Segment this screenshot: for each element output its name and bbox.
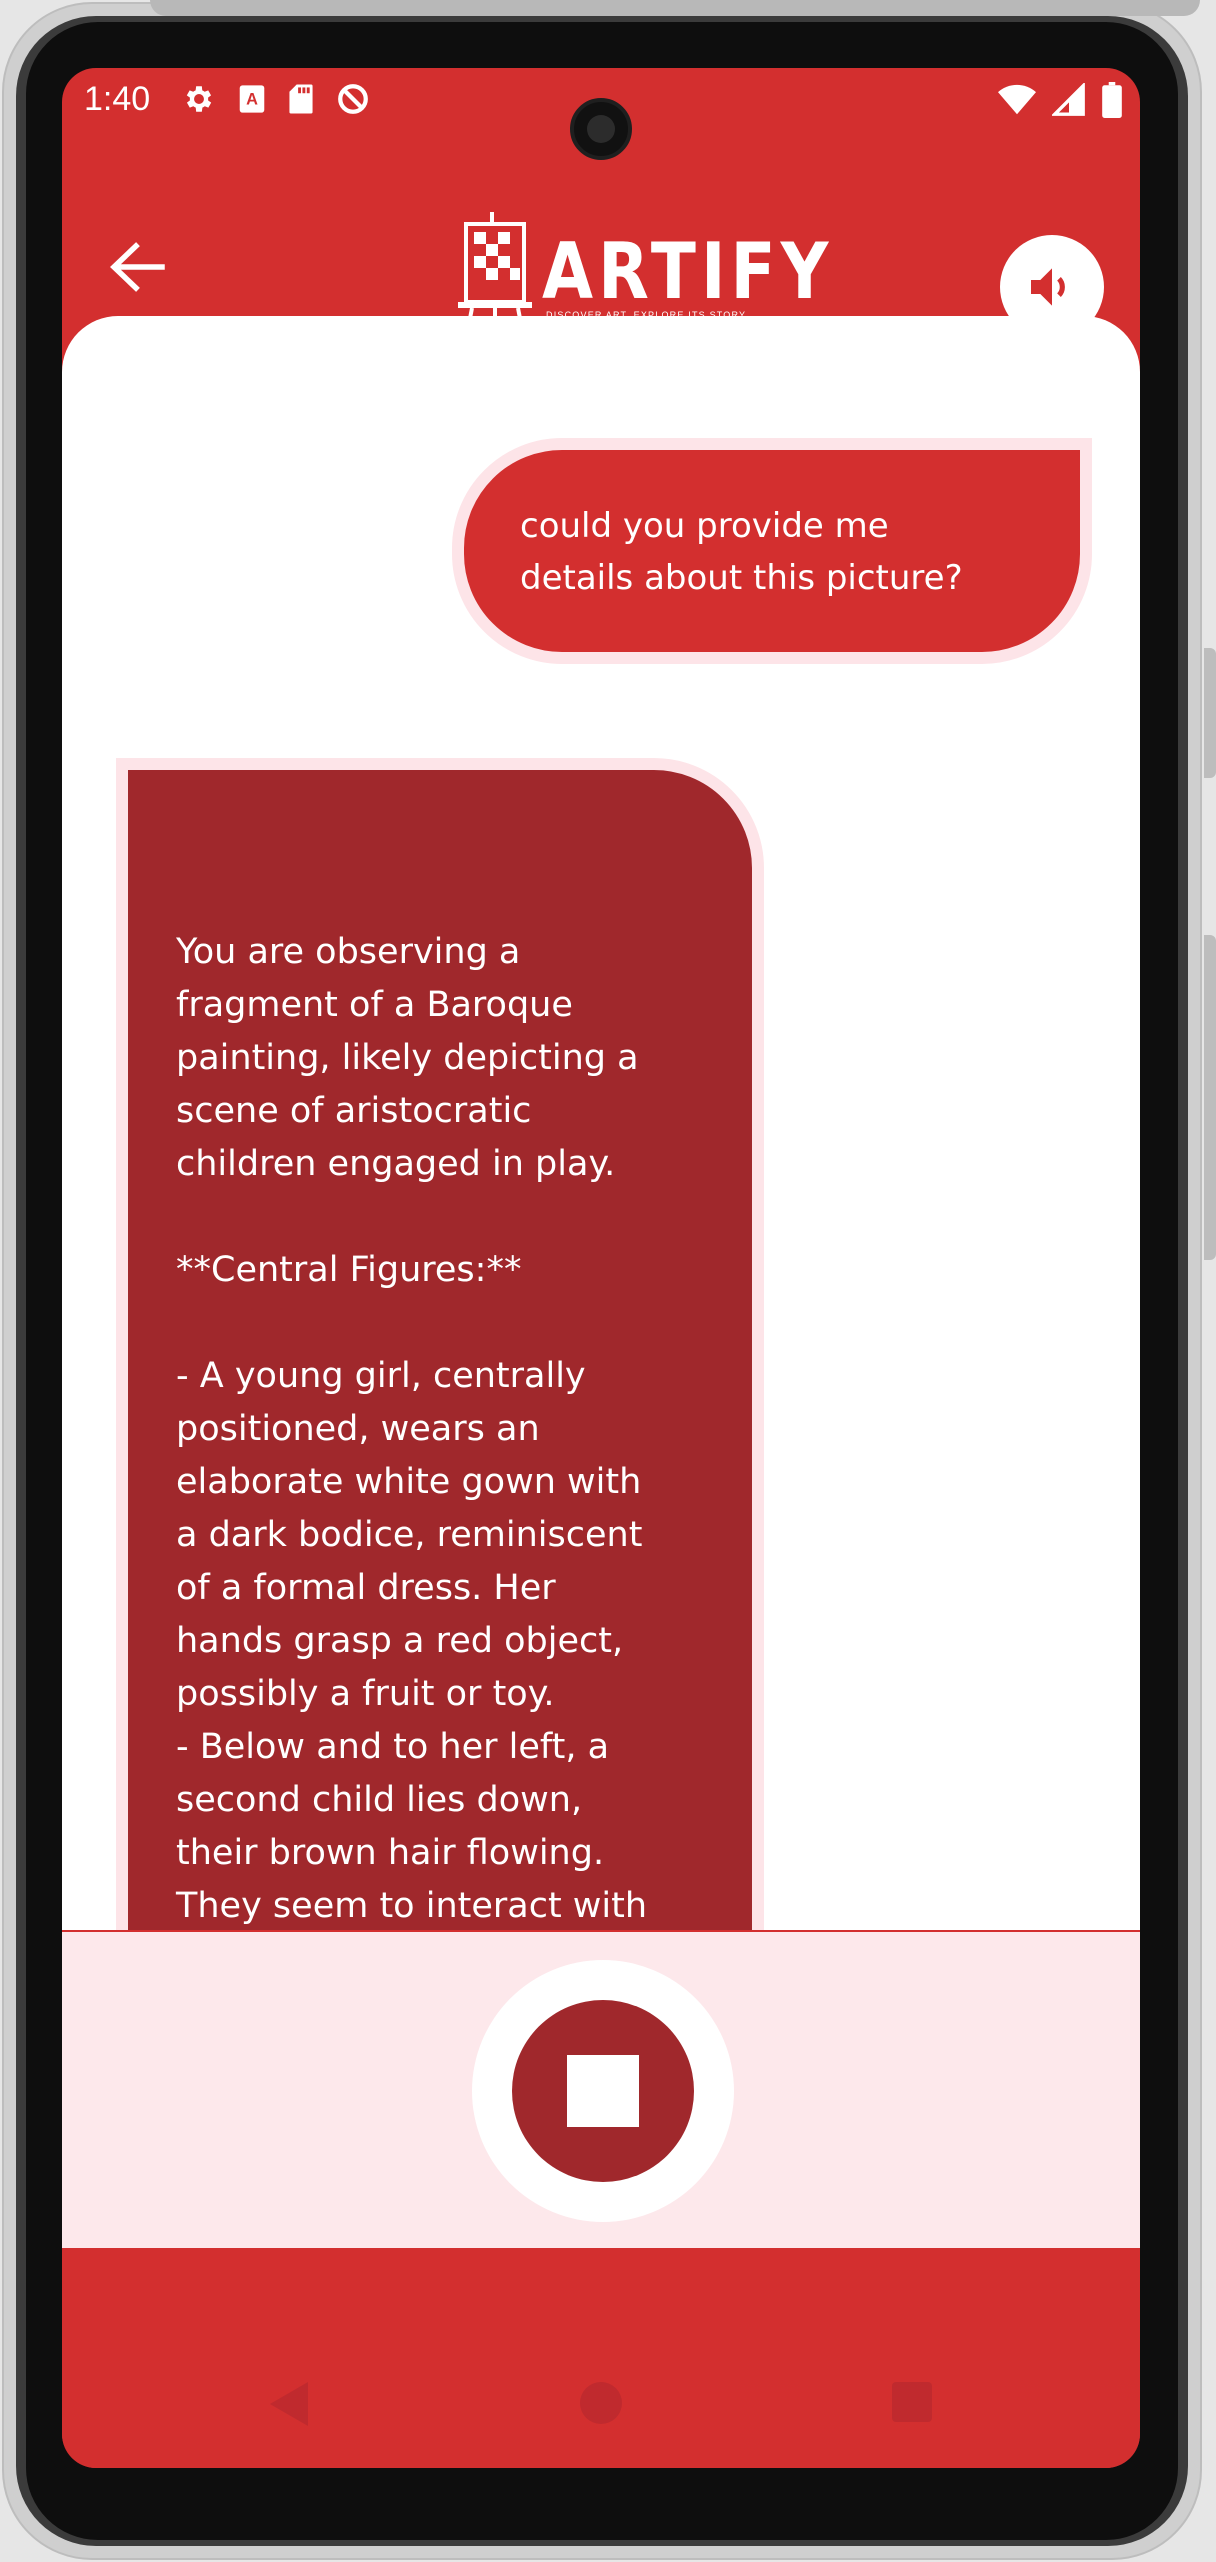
status-icons-right [998,82,1122,118]
user-message-text: could you provide me details about this … [520,506,963,598]
nav-recents-icon[interactable] [892,2382,932,2422]
volume-button [1204,648,1216,778]
system-nav-bar [62,2248,1140,2468]
arrow-left-icon [110,242,165,292]
stop-icon [567,2055,639,2127]
assistant-message-text: You are observing a fragment of a Baroqu… [176,932,648,1926]
logo-wordmark: ARTIFY [542,226,834,317]
user-message-bubble: could you provide me details about this … [452,438,1092,664]
settings-icon [186,86,212,112]
signal-icon [1052,83,1085,116]
app-screen: 1:40 A ARTIFY DISCOVER ART. EXPLORE ITS … [62,68,1140,2468]
nav-home-icon[interactable] [580,2382,622,2424]
battery-icon [1102,82,1122,118]
stop-button-ring [472,1960,734,2222]
assistant-message-bubble: You are observing a fragment of a Baroqu… [116,758,764,1930]
status-time: 1:40 [84,80,151,118]
status-icons-left: A [182,82,370,116]
wifi-icon [998,84,1036,115]
stop-button[interactable] [512,2000,694,2182]
control-panel [62,1930,1140,2248]
sd-card-icon [289,84,313,114]
device-frame: 1:40 A ARTIFY DISCOVER ART. EXPLORE ITS … [0,0,1216,2562]
back-button[interactable] [102,232,172,302]
nav-back-icon[interactable] [270,2382,308,2426]
chat-area[interactable]: could you provide me details about this … [62,316,1140,1930]
power-button [1204,935,1216,1260]
do-not-disturb-icon [338,84,368,114]
device-top-edge [150,0,1200,16]
keyboard-a-icon: A [239,85,265,113]
svg-text:A: A [246,90,258,108]
speaker-icon [1031,268,1065,306]
